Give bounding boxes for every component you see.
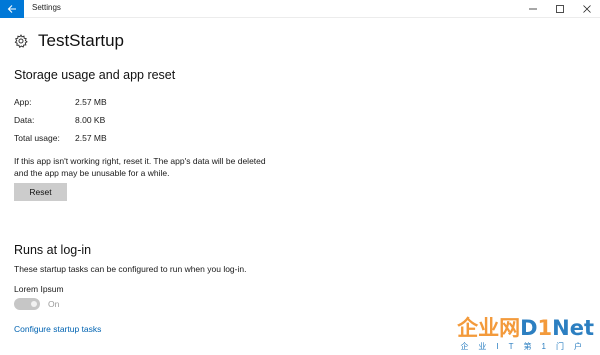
- total-usage-value: 2.57 MB: [75, 133, 107, 143]
- data-size-label: Data:: [14, 115, 35, 125]
- maximize-icon: [555, 5, 564, 13]
- watermark-logo: 企业网D1Net: [457, 312, 594, 342]
- app-size-label: App:: [14, 97, 32, 107]
- toggle-state-label: On: [48, 299, 60, 309]
- configure-startup-tasks-link[interactable]: Configure startup tasks: [14, 324, 101, 334]
- watermark: 企业网D1Net 企业IT第1门户: [428, 312, 596, 355]
- close-button[interactable]: [573, 0, 600, 18]
- window-controls: [519, 0, 600, 18]
- back-button[interactable]: [0, 0, 24, 18]
- data-size-value: 8.00 KB: [75, 115, 106, 125]
- page-title: TestStartup: [38, 31, 124, 50]
- storage-section-title: Storage usage and app reset: [14, 68, 176, 82]
- title-bar: Settings: [0, 0, 600, 18]
- maximize-button[interactable]: [546, 0, 573, 18]
- data-size-row: Data: 8.00 KB: [14, 115, 105, 125]
- watermark-subtitle: 企业IT第1门户: [460, 342, 592, 351]
- gear-icon: [14, 34, 28, 48]
- total-usage-row: Total usage: 2.57 MB: [14, 133, 107, 143]
- startup-task-name: Lorem Ipsum: [14, 284, 64, 294]
- reset-description-line-1: If this app isn't working right, reset i…: [14, 156, 266, 166]
- reset-description: If this app isn't working right, reset i…: [14, 155, 314, 179]
- minimize-icon: [528, 8, 537, 10]
- window-title: Settings: [32, 3, 61, 12]
- minimize-button[interactable]: [519, 0, 546, 18]
- app-size-row: App: 2.57 MB: [14, 97, 107, 107]
- startup-task-toggle-row: On: [14, 298, 59, 310]
- back-arrow-icon: [7, 5, 16, 13]
- startup-section-title: Runs at log-in: [14, 243, 92, 257]
- watermark-one: 1: [537, 316, 553, 340]
- watermark-net: Net: [552, 316, 594, 340]
- reset-description-line-2: and the app may be unusable for a while.: [14, 168, 170, 178]
- total-usage-label: Total usage:: [14, 133, 60, 143]
- watermark-d: D: [520, 316, 538, 340]
- startup-description: These startup tasks can be configured to…: [14, 264, 247, 274]
- watermark-cn: 企业网: [457, 316, 521, 340]
- toggle-knob: [31, 301, 37, 307]
- close-icon: [582, 5, 591, 13]
- reset-button[interactable]: Reset: [14, 183, 67, 201]
- app-size-value: 2.57 MB: [75, 97, 107, 107]
- page-header: TestStartup: [14, 31, 124, 51]
- startup-task-toggle[interactable]: [14, 298, 40, 310]
